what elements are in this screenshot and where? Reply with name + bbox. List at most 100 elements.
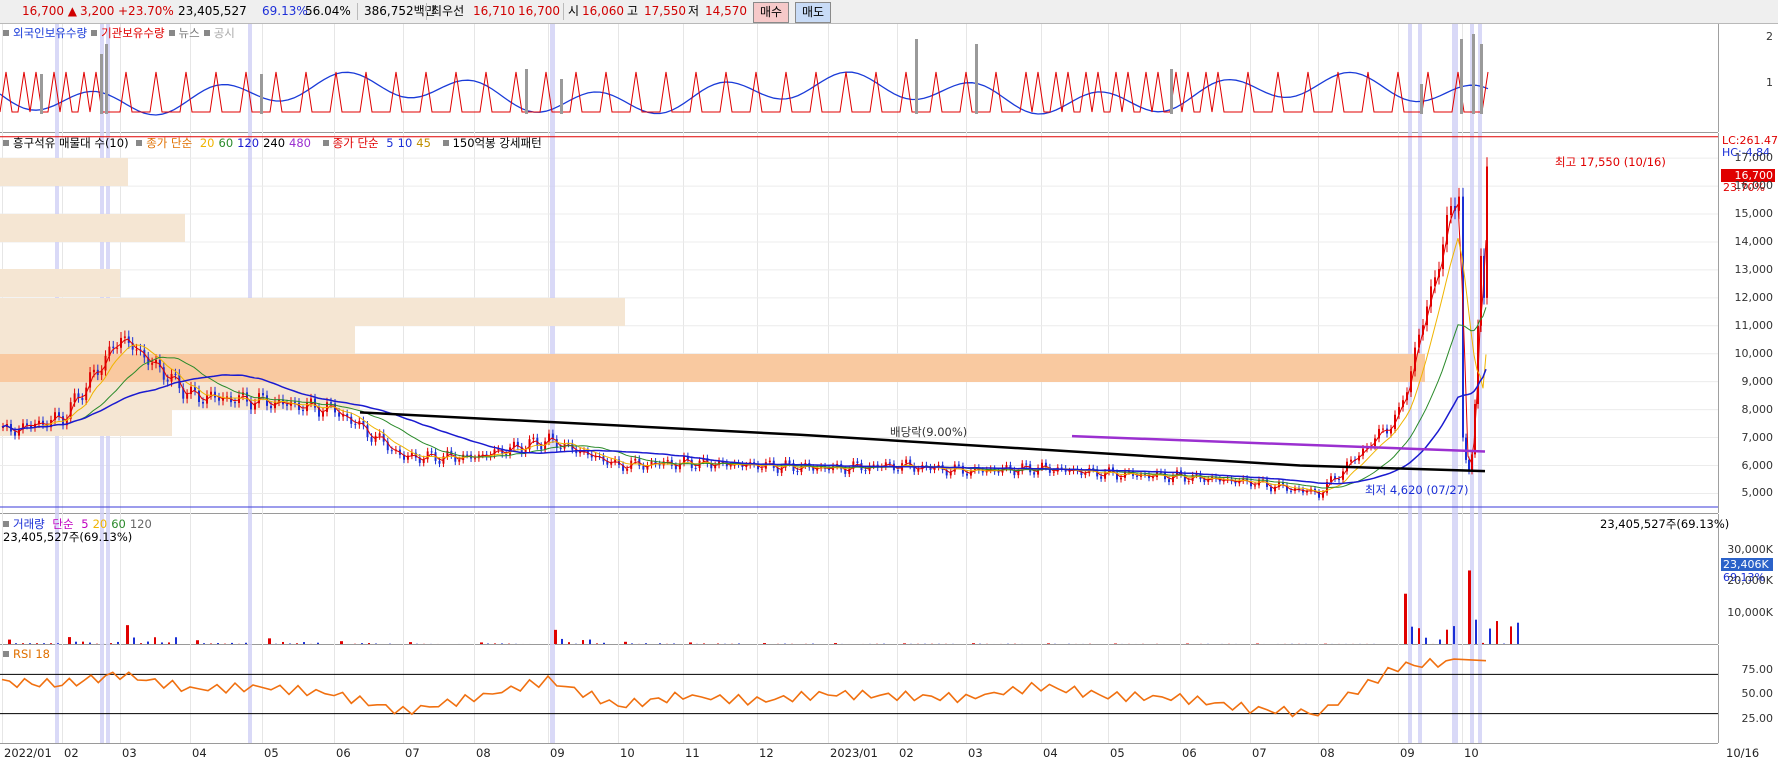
candle-body — [226, 396, 228, 398]
low-label: 저 — [688, 4, 700, 18]
volume-bar — [231, 642, 233, 644]
candle-body — [202, 402, 204, 404]
candle-body — [1187, 480, 1190, 482]
rsi-legend-label[interactable]: RSI 18 — [13, 647, 50, 661]
sell-button[interactable]: 매도 — [795, 2, 832, 23]
volume-bar — [168, 642, 170, 644]
panel1-legend-item[interactable]: 기관보유수량 — [101, 26, 164, 40]
volume-bar — [196, 640, 199, 644]
candle-body — [674, 465, 677, 470]
x-tick-label: 05 — [1110, 746, 1125, 760]
candle-body — [14, 431, 16, 436]
candle-body — [796, 470, 799, 472]
price-legend-volume-profile[interactable]: 흥구석유 매물대 수(10) — [13, 136, 129, 150]
news-bar — [560, 79, 563, 114]
volume-bar — [1411, 626, 1413, 644]
candle-body — [1120, 477, 1122, 480]
candle-body — [1052, 471, 1055, 473]
quote-bar: 16,700 ▲ 3,200 +23.70% 23,405,527 69.13%… — [0, 0, 1778, 24]
candle-body — [788, 460, 791, 464]
price-ytick: 15,000 — [1734, 207, 1774, 221]
candle-body — [1168, 479, 1170, 483]
ma-legend-item-4[interactable]: 480 — [289, 136, 311, 150]
ma2-legend-label[interactable]: 종가 단순 — [333, 136, 379, 150]
candle-body — [872, 464, 875, 466]
rsi-ytick: 75.00 — [1741, 662, 1774, 676]
volume: 23,405,527 — [178, 4, 247, 18]
volume-bar — [480, 642, 483, 644]
panel1-ytick: 1 — [1766, 76, 1773, 89]
candle-body — [286, 404, 288, 406]
volume-profile-band — [0, 298, 625, 326]
x-tick-label: 06 — [1182, 746, 1197, 760]
x-tick-label: 2023/01 — [830, 746, 878, 760]
price-ytick: 14,000 — [1734, 234, 1774, 248]
candle-body — [1152, 477, 1154, 479]
ma-legend-item-1[interactable]: 60 — [219, 136, 234, 150]
x-tick-label: 04 — [192, 746, 207, 760]
x-tick-label: 10/16 — [1726, 746, 1760, 760]
volume-bar — [1047, 643, 1050, 644]
ma2-legend-item-2[interactable]: 45 — [416, 136, 431, 150]
volume-bar — [317, 642, 319, 644]
candle-body — [294, 401, 296, 403]
candle-body — [642, 465, 645, 470]
candle-body — [370, 437, 373, 442]
best-bid: 16,700 — [518, 4, 560, 18]
volume-bar — [589, 639, 591, 644]
ma-legend-item-2[interactable]: 120 — [237, 136, 259, 150]
volume-bar — [1425, 637, 1427, 644]
volume-bar — [82, 641, 84, 644]
volume-bar — [8, 639, 11, 644]
volume-bar — [57, 643, 59, 644]
dividend-note: 배당락(9.00%) — [890, 425, 968, 439]
panel1-axis: 2 1 — [1718, 24, 1778, 132]
high-note: 최고 17,550 (10/16) — [1555, 155, 1666, 169]
x-tick-label: 10 — [620, 746, 635, 760]
candle-body — [58, 412, 60, 417]
volume-tag: 23,406K — [1721, 558, 1773, 571]
volume-bar — [1510, 626, 1512, 644]
volume-bar — [763, 643, 766, 644]
volume-bar — [645, 643, 647, 644]
ma2-legend-item-1[interactable]: 10 — [398, 136, 413, 150]
ma-legend-label[interactable]: 종가 단순 — [146, 136, 192, 150]
volume-bar — [110, 643, 112, 644]
volume-text: 23,405,527주(69.13%) — [3, 530, 133, 544]
news-bar — [915, 39, 918, 114]
ma-legend-item-0[interactable]: 20 — [200, 136, 215, 150]
candle-body — [1254, 485, 1256, 487]
x-tick-label: 08 — [1320, 746, 1335, 760]
vol-ma-legend-item-3[interactable]: 120 — [130, 517, 152, 531]
price-change-pct: +23.70% — [118, 4, 174, 18]
candle-body — [474, 458, 476, 460]
x-tick-label: 07 — [1252, 746, 1267, 760]
price-axis: LC:261.47 HC:-4.84 16,700 23.70% 17,000 1… — [1718, 133, 1778, 513]
price-ytick: 7,000 — [1741, 430, 1774, 444]
panel1-legend-item[interactable]: 외국인보유수량 — [13, 26, 87, 40]
volume-text-right: 23,405,527주(69.13%) — [1600, 517, 1730, 531]
x-tick-label: 04 — [1043, 746, 1058, 760]
price-legend: 흥구석유 매물대 수(10) 종가 단순 20 60 120 240 480 종가 단순… — [3, 135, 546, 151]
candle-body — [174, 373, 177, 375]
volume-bar — [1475, 619, 1477, 644]
candle-body — [210, 391, 212, 396]
panel1-legend-item[interactable]: 공시 — [214, 26, 235, 40]
ma-legend-item-3[interactable]: 240 — [263, 136, 285, 150]
volume-bar — [68, 637, 71, 644]
foreign-ratio: 56.04% — [305, 4, 351, 18]
candle-body — [1092, 468, 1095, 470]
volume-bar — [361, 643, 363, 644]
buy-button[interactable]: 매수 — [753, 2, 790, 23]
pattern-legend[interactable]: 150억봉 강세패턴 — [453, 136, 542, 150]
news-bar — [1480, 44, 1483, 114]
volume-bar — [561, 638, 563, 644]
trade-amount: 386,752백만 — [357, 3, 436, 20]
volume-bar — [554, 629, 557, 644]
panel1-legend-item[interactable]: 뉴스 — [179, 26, 200, 40]
candle-body — [26, 423, 28, 426]
ma2-legend-item-0[interactable]: 5 — [386, 136, 393, 150]
candle-body — [1382, 428, 1384, 430]
open-label: 시 — [563, 3, 579, 20]
candle-body — [1270, 486, 1272, 492]
